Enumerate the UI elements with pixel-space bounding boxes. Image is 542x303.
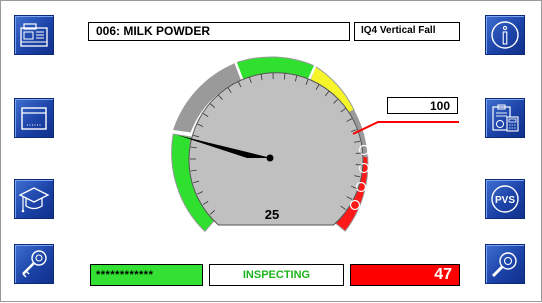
box-icon [18, 102, 50, 134]
status-text: INSPECTING [210, 269, 343, 281]
magnifier-icon [489, 248, 521, 280]
password-field[interactable]: ************ [90, 264, 203, 286]
search-button[interactable] [485, 244, 525, 284]
mode-label: IQ4 Vertical Fall [361, 25, 435, 36]
pvs-icon-label: PVS [495, 195, 515, 206]
product-button[interactable] [14, 98, 54, 138]
info-icon [489, 19, 521, 51]
password-value: ************ [96, 269, 153, 281]
info-button[interactable] [485, 15, 525, 55]
product-title: 006: MILK POWDER [96, 24, 210, 38]
status-box: INSPECTING [209, 264, 344, 286]
threshold-value: 100 [430, 99, 450, 113]
reject-count: 47 [434, 266, 452, 284]
gauge-value: 25 [265, 207, 279, 222]
reject-count-box: 47 [350, 264, 460, 286]
access-key-button[interactable] [14, 244, 54, 284]
training-button[interactable] [14, 179, 54, 219]
screen-frame: PVS 006: MILK POWDER IQ4 Vertical Fall 1… [0, 0, 542, 302]
graduation-cap-icon [18, 183, 50, 215]
machine-icon [18, 19, 50, 51]
product-title-box: 006: MILK POWDER [88, 22, 350, 41]
clipboard-calculator-icon [489, 102, 521, 134]
machine-button[interactable] [14, 15, 54, 55]
pvs-button[interactable]: PVS [485, 179, 525, 219]
gauge: 25 [161, 51, 391, 251]
pvs-icon: PVS [489, 183, 521, 215]
threshold-box[interactable]: 100 [387, 97, 458, 114]
mode-box: IQ4 Vertical Fall [354, 22, 460, 41]
reports-button[interactable] [485, 98, 525, 138]
key-icon [18, 248, 50, 280]
